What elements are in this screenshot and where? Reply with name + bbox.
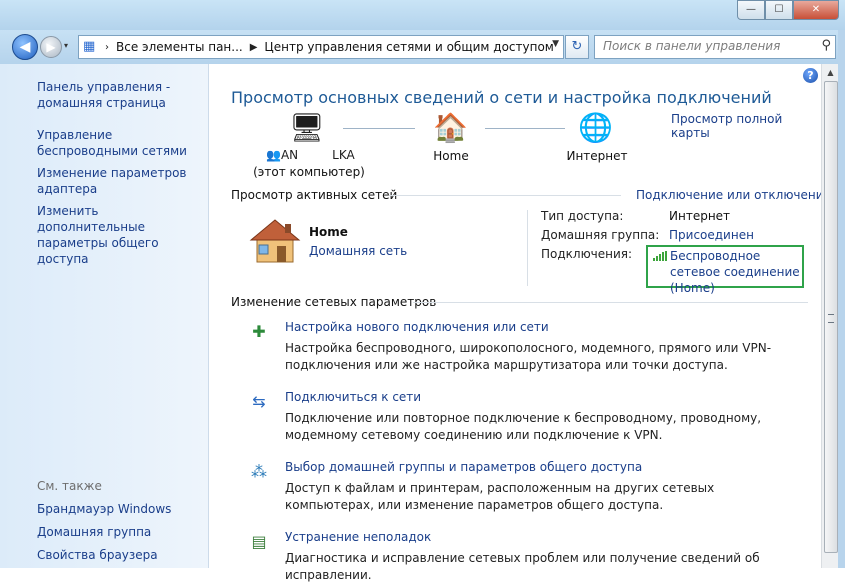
- sidebar-item-wireless[interactable]: Управление беспроводными сетями: [37, 127, 205, 159]
- active-networks-heading: Просмотр активных сетей: [231, 188, 398, 202]
- computer-name: 👥AN LKA: [266, 148, 355, 162]
- home-network-icon: [249, 219, 301, 263]
- recent-pages-icon[interactable]: ▾: [64, 41, 68, 50]
- task-troubleshoot-desc: Диагностика и исправление сетевых пробле…: [285, 551, 760, 582]
- full-map-link[interactable]: Просмотр полной карты: [671, 112, 821, 140]
- task-new-connection-desc: Настройка беспроводного, широкополосного…: [285, 341, 772, 372]
- vertical-scrollbar[interactable]: ▲: [821, 64, 839, 568]
- breadcrumb-network-center[interactable]: Центр управления сетями и общим доступом: [264, 40, 553, 54]
- breadcrumb-all-items[interactable]: Все элементы пан...: [116, 40, 243, 54]
- breadcrumb-separator-icon[interactable]: ›: [105, 42, 109, 53]
- network-name: Home: [309, 225, 348, 239]
- back-button[interactable]: ◀: [12, 34, 38, 60]
- connect-network-icon: ⇆: [252, 392, 266, 411]
- window-frame: [838, 30, 845, 568]
- vertical-divider: [527, 210, 528, 286]
- navigation-bar: ◀ ▶ ▾ ▦ › Все элементы пан... ▶ Центр уп…: [0, 30, 845, 64]
- homegroup-sharing-icon: ⁂: [251, 462, 267, 481]
- change-settings-heading: Изменение сетевых параметров: [231, 295, 437, 309]
- internet-globe-icon[interactable]: 🌐: [578, 112, 613, 144]
- refresh-button[interactable]: ↻: [565, 35, 589, 59]
- scrollbar-thumb[interactable]: [824, 81, 838, 553]
- see-also-heading: См. также: [37, 479, 102, 493]
- task-troubleshoot-link[interactable]: Устранение неполадок: [285, 530, 431, 544]
- search-input[interactable]: [595, 36, 803, 56]
- wifi-signal-icon: [653, 251, 667, 261]
- sidebar: Панель управления - домашняя страница Уп…: [0, 64, 209, 568]
- task-connect-link[interactable]: Подключиться к сети: [285, 390, 421, 404]
- window-controls: — ☐ ✕: [737, 0, 839, 20]
- troubleshoot-icon: ▤: [251, 532, 267, 551]
- address-dropdown-icon[interactable]: ▼: [552, 39, 559, 49]
- sidebar-item-browser-settings[interactable]: Свойства браузера: [37, 548, 158, 562]
- computer-icon[interactable]: 🖥: [289, 112, 325, 144]
- homegroup-link[interactable]: Присоединен: [669, 228, 754, 242]
- sidebar-item-firewall[interactable]: Брандмауэр Windows: [37, 502, 171, 516]
- access-type-value: Интернет: [669, 209, 731, 223]
- scrollbar-grip-icon: [828, 314, 834, 323]
- search-box[interactable]: ⚲: [594, 35, 836, 59]
- wireless-connection-link[interactable]: Беспроводное сетевое соединение (Home): [670, 248, 800, 296]
- task-homegroup-link[interactable]: Выбор домашней группы и параметров общег…: [285, 460, 642, 474]
- search-icon[interactable]: ⚲: [821, 38, 831, 53]
- maximize-button[interactable]: ☐: [765, 0, 793, 20]
- task-homegroup-desc: Доступ к файлам и принтерам, расположенн…: [285, 481, 715, 512]
- close-button[interactable]: ✕: [793, 0, 839, 20]
- sidebar-item-adapter[interactable]: Изменение параметров адаптера: [37, 165, 205, 197]
- sidebar-home-link[interactable]: Панель управления - домашняя страница: [37, 79, 205, 111]
- computer-label: (этот компьютер): [253, 165, 365, 179]
- map-connector: [343, 128, 415, 130]
- connection-highlight: Беспроводное сетевое соединение (Home): [646, 245, 804, 295]
- task-connect-desc: Подключение или повторное подключение к …: [285, 411, 762, 442]
- scroll-up-icon[interactable]: ▲: [822, 64, 839, 81]
- map-connector: [485, 128, 565, 130]
- forward-button[interactable]: ▶: [40, 36, 62, 58]
- new-connection-icon: ✚: [252, 322, 266, 341]
- homegroup-label: Домашняя группа:: [541, 228, 660, 242]
- sidebar-item-homegroup[interactable]: Домашняя группа: [37, 525, 151, 539]
- minimize-button[interactable]: —: [737, 0, 765, 20]
- address-bar[interactable]: ▦ › Все элементы пан... ▶ Центр управлен…: [78, 35, 564, 59]
- main-content: ? Просмотр основных сведений о сети и на…: [209, 64, 831, 582]
- section-divider: [413, 302, 808, 303]
- control-panel-icon: ▦: [83, 39, 96, 54]
- page-title: Просмотр основных сведений о сети и наст…: [231, 88, 772, 107]
- home-label: Home: [433, 149, 469, 163]
- connections-label: Подключения:: [541, 247, 633, 261]
- internet-label: Интернет: [566, 149, 628, 163]
- help-icon[interactable]: ?: [803, 68, 818, 83]
- access-type-label: Тип доступа:: [541, 209, 624, 223]
- title-bar: — ☐ ✕: [0, 0, 845, 30]
- home-network-icon[interactable]: 🏠: [433, 112, 468, 144]
- task-new-connection-link[interactable]: Настройка нового подключения или сети: [285, 320, 549, 334]
- section-divider: [389, 195, 621, 196]
- sidebar-item-sharing[interactable]: Изменить дополнительные параметры общего…: [37, 203, 205, 267]
- network-type-link[interactable]: Домашняя сеть: [309, 244, 407, 258]
- breadcrumb-separator-icon[interactable]: ▶: [250, 42, 258, 53]
- connect-disconnect-link[interactable]: Подключение или отключение: [636, 188, 831, 202]
- users-icon: 👥: [266, 148, 281, 162]
